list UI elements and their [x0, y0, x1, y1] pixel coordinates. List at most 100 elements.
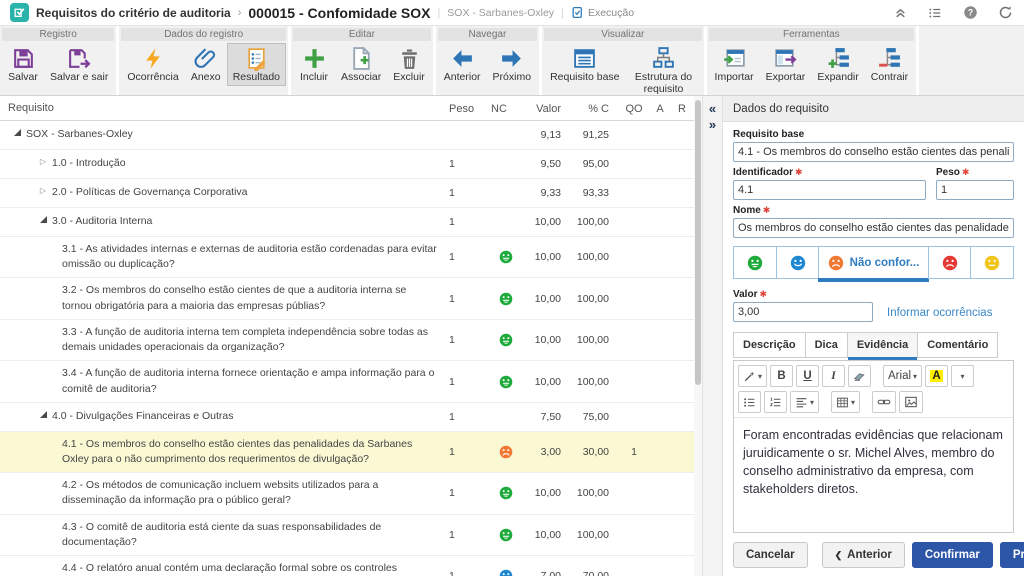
expand-tree-button[interactable]: Expandir: [811, 43, 864, 86]
table-row[interactable]: 2.0 - Políticas de Governança Corporativ…: [0, 179, 695, 208]
grin-green-icon: [747, 255, 763, 271]
table-row[interactable]: 4.3 - O comitê de auditoria está ciente …: [0, 515, 695, 556]
underline-button[interactable]: U: [796, 365, 819, 387]
report-occurrences-link[interactable]: Informar ocorrências: [887, 307, 992, 322]
org-chart-icon: [651, 46, 676, 71]
requirements-tree: Requisito Peso NC Valor % C QO A R SOX -…: [0, 96, 703, 576]
identifier-field[interactable]: [733, 180, 926, 200]
table-row-selected[interactable]: 4.1 - Os membros do conselho estão cient…: [0, 432, 695, 473]
italic-button[interactable]: I: [822, 365, 845, 387]
occurrence-button[interactable]: Ocorrência: [121, 43, 184, 86]
save-and-exit-button[interactable]: Salvar e sair: [44, 43, 114, 86]
tree-expanded-icon[interactable]: [34, 409, 52, 418]
app-logo-icon: [10, 3, 29, 22]
associate-button[interactable]: Associar: [335, 43, 387, 86]
tab-dica[interactable]: Dica: [805, 332, 848, 358]
next-button[interactable]: Próximo ❯: [1000, 542, 1024, 568]
tab-descricao[interactable]: Descrição: [733, 332, 806, 358]
eraser-button[interactable]: [848, 365, 871, 387]
table-row[interactable]: 4.0 - Divulgações Financeiras e Outras 1…: [0, 403, 695, 432]
cancel-button[interactable]: Cancelar: [733, 542, 808, 568]
tree-collapsed-icon[interactable]: [34, 185, 52, 195]
nc-conforme-green-icon: [499, 528, 513, 542]
table-row[interactable]: 4.4 - O relatóro anual contém uma declar…: [0, 556, 695, 576]
trash-icon: [397, 46, 422, 71]
result-button[interactable]: Resultado: [227, 43, 286, 86]
rating-neutro-button[interactable]: [970, 246, 1014, 279]
base-requirement-button[interactable]: Requisito base: [544, 43, 625, 86]
collapse-ribbon-icon[interactable]: [891, 4, 909, 22]
requirement-structure-button[interactable]: Estrutura do requisito: [626, 43, 702, 97]
table-row[interactable]: 3.0 - Auditoria Interna 1 10,00100,00: [0, 208, 695, 237]
tree-collapsed-icon[interactable]: [34, 156, 52, 166]
tab-evidencia[interactable]: Evidência: [847, 332, 918, 358]
image-button[interactable]: [899, 391, 923, 413]
delete-button[interactable]: Excluir: [387, 43, 431, 86]
tree-expanded-icon[interactable]: [8, 127, 26, 136]
help-icon[interactable]: ?: [961, 4, 979, 22]
tree-scrollbar[interactable]: [694, 96, 702, 576]
menu-list-icon[interactable]: [926, 4, 944, 22]
image-icon: [904, 395, 918, 409]
table-row[interactable]: 1.0 - Introdução 1 9,5095,00: [0, 150, 695, 179]
table-icon: [836, 396, 849, 409]
nc-conforme-green-icon: [499, 292, 513, 306]
bullet-list-button[interactable]: [738, 391, 761, 413]
next-record-button[interactable]: Próximo: [487, 43, 538, 86]
import-button[interactable]: Importar: [709, 43, 760, 86]
nc-conforme-blue-icon: [499, 569, 513, 576]
font-color-caret-button[interactable]: ▾: [951, 365, 974, 387]
ribbon-group-label: Editar: [293, 28, 431, 41]
bullet-list-icon: [743, 396, 756, 409]
font-family-dropdown[interactable]: Arial▾: [883, 365, 922, 387]
attachment-button[interactable]: Anexo: [185, 43, 227, 86]
confirm-button[interactable]: Confirmar: [912, 542, 993, 568]
panel-collapse-strip: « »: [703, 96, 723, 576]
breadcrumb[interactable]: Requisitos do critério de auditoria: [36, 6, 231, 20]
execution-icon: [571, 6, 584, 19]
link-button[interactable]: [872, 391, 896, 413]
previous-record-button[interactable]: Anterior: [438, 43, 487, 86]
table-dropdown[interactable]: ▾: [831, 391, 860, 413]
save-button[interactable]: Salvar: [2, 43, 44, 86]
export-button[interactable]: Exportar: [760, 43, 812, 86]
table-row[interactable]: 3.3 - A função de auditoria interna tem …: [0, 320, 695, 361]
scrollbar-thumb[interactable]: [695, 100, 701, 385]
bold-button[interactable]: B: [770, 365, 793, 387]
weight-field[interactable]: [936, 180, 1014, 200]
collapse-tree-button[interactable]: Contrair: [865, 43, 914, 86]
refresh-icon[interactable]: [996, 4, 1014, 22]
weight-label: Peso✱: [936, 167, 1014, 178]
tree-expanded-icon[interactable]: [34, 214, 52, 223]
value-field[interactable]: [733, 302, 873, 322]
panel-title: Dados do requisito: [723, 96, 1024, 122]
nc-conforme-green-icon: [499, 250, 513, 264]
rating-nao-conforme-red-button[interactable]: [928, 246, 972, 279]
paperclip-icon: [193, 46, 218, 71]
base-requirement-field[interactable]: [733, 142, 1014, 162]
collapse-panel-icon[interactable]: «: [709, 102, 716, 116]
rating-conforme-green-button[interactable]: [733, 246, 777, 279]
expand-panel-icon[interactable]: »: [709, 118, 716, 132]
previous-button[interactable]: ❮ Anterior: [822, 542, 905, 568]
export-icon: [773, 46, 798, 71]
table-row[interactable]: 4.2 - Os métodos de comunicação incluem …: [0, 473, 695, 514]
record-context: SOX - Sarbanes-Oxley: [447, 7, 554, 19]
table-row[interactable]: 3.2 - Os membros do conselho estão cient…: [0, 278, 695, 319]
name-field[interactable]: [733, 218, 1014, 238]
ribbon-group-navegar: Navegar Anterior Próximo: [436, 26, 539, 95]
window-icon: [572, 46, 597, 71]
tab-comentario[interactable]: Comentário: [917, 332, 998, 358]
table-row[interactable]: 3.4 - A função de auditoria interna forn…: [0, 361, 695, 402]
magic-style-button[interactable]: ▾: [738, 365, 767, 387]
rating-nao-conforme-button[interactable]: Não confor...: [818, 246, 928, 279]
evidence-text-area[interactable]: Foram encontradas evidências que relacio…: [734, 418, 1013, 532]
table-row[interactable]: SOX - Sarbanes-Oxley 9,1391,25: [0, 121, 695, 150]
table-row[interactable]: 3.1 - As atividades internas e externas …: [0, 237, 695, 278]
font-color-button[interactable]: A: [925, 365, 948, 387]
numbered-list-button[interactable]: [764, 391, 787, 413]
detail-tabs: Descrição Dica Evidência Comentário: [733, 332, 1014, 358]
align-dropdown[interactable]: ▾: [790, 391, 819, 413]
add-button[interactable]: Incluir: [293, 43, 335, 86]
rating-conforme-blue-button[interactable]: [776, 246, 820, 279]
